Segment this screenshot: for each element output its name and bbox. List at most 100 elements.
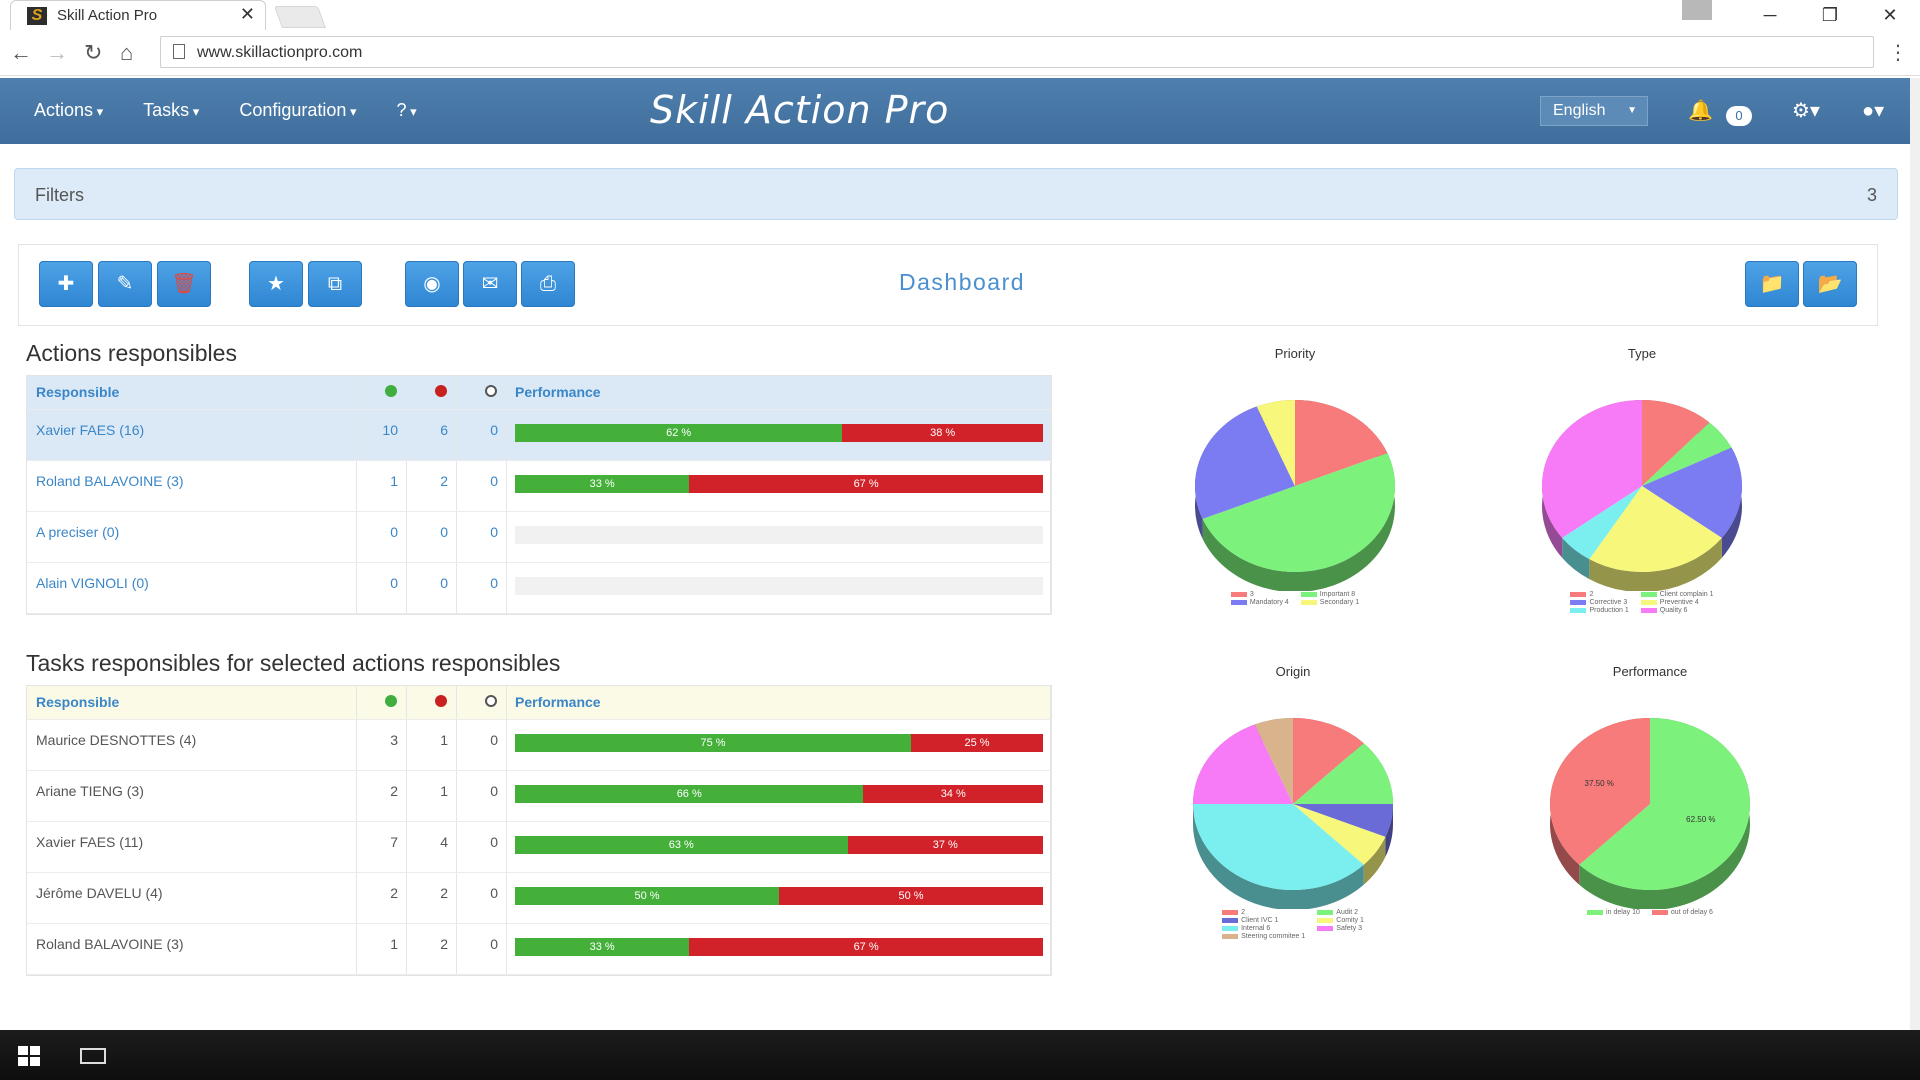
header-red[interactable] — [407, 376, 457, 409]
legend-item[interactable]: Corrective 3 — [1570, 599, 1628, 606]
table-header: Responsible Performance — [27, 686, 1051, 720]
legend-label: Client complain 1 — [1659, 591, 1714, 598]
copy-button[interactable]: ⧉ — [308, 261, 362, 307]
performance-ko-segment: 67 % — [689, 475, 1043, 493]
header-performance[interactable]: Performance — [507, 376, 1051, 409]
responsible-name[interactable]: Alain VIGNOLI (0) — [27, 563, 357, 613]
forward-arrow-icon[interactable]: → — [46, 40, 68, 66]
add-button[interactable]: ✚ — [39, 261, 93, 307]
email-button[interactable]: ✉ — [463, 261, 517, 307]
legend-item[interactable]: Internal 6 — [1222, 925, 1305, 932]
reload-icon[interactable]: ↻ — [84, 40, 102, 66]
task-view-icon[interactable] — [80, 1048, 106, 1064]
filters-count: 3 — [1866, 185, 1877, 205]
table-row[interactable]: A preciser (0) 0 0 0 — [27, 512, 1051, 563]
table-row[interactable]: Maurice DESNOTTES (4) 3 1 0 75 % 25 % — [27, 720, 1051, 771]
legend-item[interactable]: 3 — [1230, 591, 1289, 598]
legend-item[interactable]: Preventive 4 — [1640, 599, 1714, 606]
legend-item[interactable]: Secondary 1 — [1300, 599, 1359, 606]
legend-label: 2 — [1589, 591, 1594, 598]
table-row[interactable]: Roland BALAVOINE (3) 1 2 0 33 % 67 % — [27, 924, 1051, 975]
responsible-name[interactable]: Maurice DESNOTTES (4) — [27, 720, 357, 770]
print-button[interactable]: ⎙ — [521, 261, 575, 307]
legend-item[interactable]: Comity 1 — [1317, 917, 1364, 924]
legend-item[interactable]: Quality 6 — [1640, 607, 1714, 614]
legend-item[interactable]: out of delay 6 — [1651, 909, 1713, 916]
legend-swatch — [1317, 918, 1334, 923]
filters-panel[interactable]: Filters 3 — [14, 168, 1898, 220]
close-window-button[interactable]: ✕ — [1860, 5, 1920, 26]
legend-item[interactable]: Steering commitee 1 — [1222, 933, 1305, 940]
legend-item[interactable]: Client complain 1 — [1640, 591, 1714, 598]
table-row[interactable]: Xavier FAES (16) 10 6 0 62 % 38 % — [27, 410, 1051, 461]
favorite-button[interactable]: ★ — [249, 261, 303, 307]
responsible-name[interactable]: Jérôme DAVELU (4) — [27, 873, 357, 923]
home-icon[interactable]: ⌂ — [120, 40, 133, 66]
user-icon[interactable]: ●▾ — [1862, 98, 1884, 123]
table-row[interactable]: Roland BALAVOINE (3) 1 2 0 33 % 67 % — [27, 461, 1051, 512]
gear-icon[interactable]: ⚙▾ — [1792, 98, 1820, 123]
legend-item[interactable]: Client IVC 1 — [1222, 917, 1305, 924]
menu-help[interactable]: ? — [397, 100, 417, 121]
back-arrow-icon[interactable]: ← — [10, 40, 32, 66]
header-other[interactable] — [457, 376, 507, 409]
responsible-name[interactable]: Roland BALAVOINE (3) — [27, 924, 357, 974]
header-responsible[interactable]: Responsible — [27, 376, 357, 409]
other-count: 0 — [457, 822, 507, 872]
legend-item[interactable]: Mandatory 4 — [1230, 599, 1289, 606]
legend-swatch — [1222, 934, 1239, 939]
responsible-name[interactable]: Xavier FAES (11) — [27, 822, 357, 872]
open-folder-button[interactable]: 📂 — [1803, 261, 1857, 307]
legend-item[interactable]: Safety 3 — [1317, 925, 1364, 932]
table-row[interactable]: Ariane TIENG (3) 2 1 0 66 % 34 % — [27, 771, 1051, 822]
view-button[interactable]: ◉ — [405, 261, 459, 307]
restore-button[interactable]: ❐ — [1800, 5, 1860, 26]
address-bar-area: ← → ↻ ⌂ www.skillactionpro.com ⋮ — [0, 30, 1920, 76]
table-row[interactable]: Xavier FAES (11) 7 4 0 63 % 37 % — [27, 822, 1051, 873]
legend-item[interactable]: Important 8 — [1300, 591, 1359, 598]
legend-item[interactable]: Audit 2 — [1317, 909, 1364, 916]
menu-configuration[interactable]: Configuration — [239, 100, 356, 121]
menu-actions[interactable]: Actions — [34, 100, 103, 121]
legend-item[interactable]: 2 — [1222, 909, 1305, 916]
legend-swatch — [1230, 600, 1247, 605]
filters-label: Filters — [35, 185, 84, 205]
responsible-name[interactable]: Ariane TIENG (3) — [27, 771, 357, 821]
legend-item[interactable]: Production 1 — [1570, 607, 1629, 614]
windows-start-icon[interactable] — [18, 1046, 40, 1066]
header-responsible[interactable]: Responsible — [27, 686, 357, 719]
responsible-name[interactable]: A preciser (0) — [27, 512, 357, 562]
header-red[interactable] — [407, 686, 457, 719]
edit-button[interactable]: ✎ — [98, 261, 152, 307]
header-other[interactable] — [457, 686, 507, 719]
performance-cell: 66 % 34 % — [507, 771, 1051, 821]
browser-menu-icon[interactable]: ⋮ — [1888, 40, 1908, 65]
tab-close-icon[interactable]: ✕ — [240, 4, 255, 25]
table-row[interactable]: Jérôme DAVELU (4) 2 2 0 50 % 50 % — [27, 873, 1051, 924]
delete-button[interactable]: 🗑 — [157, 261, 211, 307]
performance-bar — [515, 526, 1043, 544]
folder-button[interactable]: 📁 — [1745, 261, 1799, 307]
header-green[interactable] — [357, 376, 407, 409]
other-count: 0 — [457, 563, 507, 613]
pie-chart-svg — [1542, 400, 1742, 591]
header-green[interactable] — [357, 686, 407, 719]
table-row[interactable]: Alain VIGNOLI (0) 0 0 0 — [27, 563, 1051, 614]
language-select[interactable]: English — [1540, 96, 1648, 126]
page-title: Dashboard — [899, 269, 1026, 295]
browser-tab[interactable]: S Skill Action Pro ✕ — [10, 0, 266, 30]
menu-tasks[interactable]: Tasks — [143, 100, 199, 121]
profile-icon[interactable] — [1682, 0, 1712, 20]
responsible-name[interactable]: Xavier FAES (16) — [27, 410, 357, 460]
performance-cell: 50 % 50 % — [507, 873, 1051, 923]
bell-icon[interactable]: 🔔 — [1688, 98, 1713, 123]
legend-item[interactable]: in delay 10 — [1587, 909, 1640, 916]
performance-bar: 75 % 25 % — [515, 734, 1043, 752]
header-performance[interactable]: Performance — [507, 686, 1051, 719]
page-scrollbar[interactable] — [1910, 78, 1920, 1030]
new-tab-button[interactable] — [273, 6, 327, 28]
legend-item[interactable]: 2 — [1570, 591, 1628, 598]
url-input[interactable]: www.skillactionpro.com — [160, 36, 1874, 68]
responsible-name[interactable]: Roland BALAVOINE (3) — [27, 461, 357, 511]
minimize-button[interactable]: ─ — [1740, 5, 1800, 26]
